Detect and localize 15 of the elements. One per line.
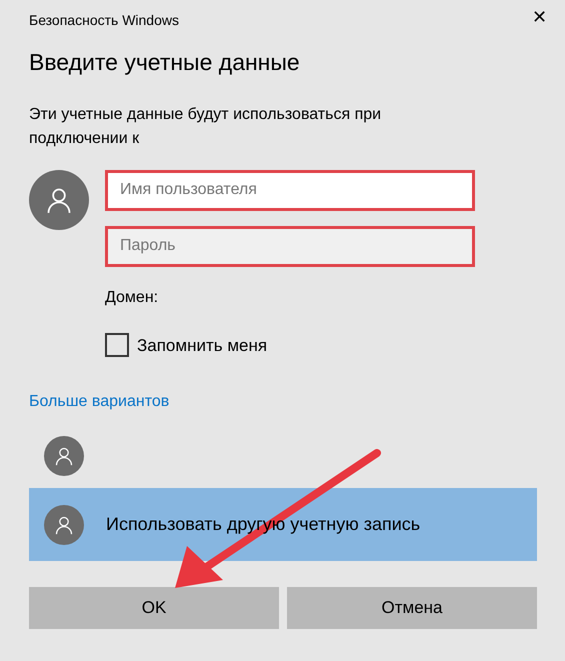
dialog-button[interactable]: OK bbox=[29, 587, 279, 630]
input-field[interactable]: Имя пользователя bbox=[105, 170, 475, 211]
description-text: Эти учетные данные будут использоваться при подключении к bbox=[29, 104, 382, 149]
close-button[interactable]: ✕ bbox=[528, 8, 551, 26]
window-title: Безопасность Windows bbox=[29, 11, 179, 30]
checkbox[interactable] bbox=[105, 333, 129, 358]
domain-label: Домен: bbox=[105, 288, 158, 308]
checkbox-label[interactable]: Запомнить меня bbox=[137, 332, 268, 358]
more-options-link[interactable]: Больше вариантов bbox=[29, 393, 170, 410]
dialog-button[interactable]: Отмена bbox=[287, 587, 537, 630]
user-icon bbox=[54, 514, 74, 535]
user-icon bbox=[54, 446, 74, 466]
dialog-heading: Введите учетные данные bbox=[28, 48, 301, 77]
input-field[interactable]: Пароль bbox=[105, 226, 475, 267]
user-icon bbox=[45, 186, 73, 214]
